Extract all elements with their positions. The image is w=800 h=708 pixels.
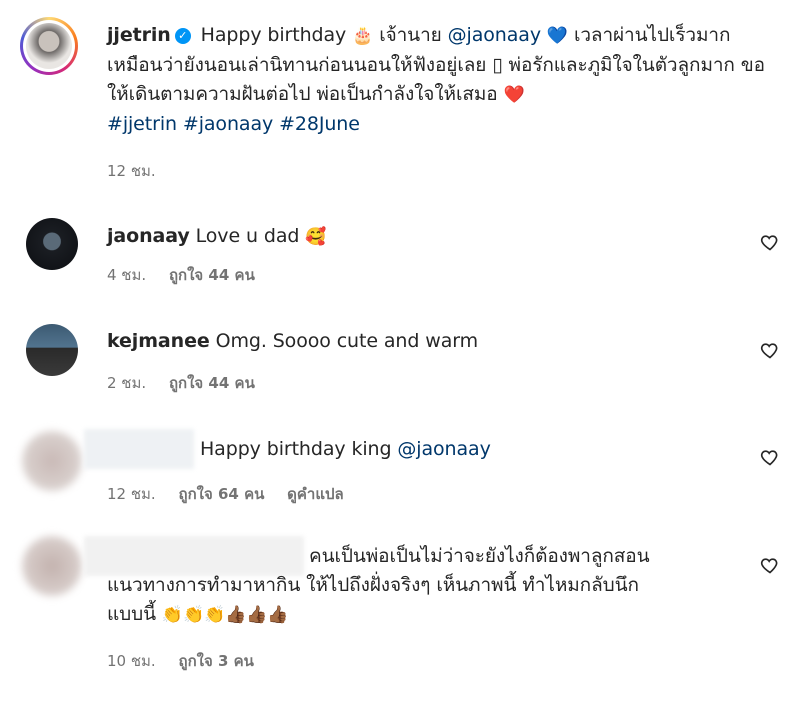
caption-text: jjetrin ✓ Happy birthday 🎂 เจ้านาย @jaona… — [107, 21, 767, 139]
mention-link[interactable]: @jaonaay — [448, 24, 541, 46]
post-caption: jjetrin ✓ Happy birthday 🎂 เจ้านาย @jaona… — [0, 0, 800, 190]
commenter-avatar[interactable] — [26, 324, 78, 376]
comment-meta: 10 ชม. ถูกใจ 3 คน — [107, 649, 272, 673]
heart-outline-icon[interactable] — [760, 232, 780, 252]
red-heart-emoji: ❤️ — [503, 85, 525, 105]
verified-badge-icon: ✓ — [174, 28, 191, 44]
commenter-avatar[interactable] — [26, 218, 78, 270]
username-redacted — [84, 429, 194, 469]
comment-username[interactable]: kejmanee — [107, 330, 210, 352]
post-author-avatar[interactable] — [20, 17, 78, 75]
comment-line: แนวทางการทำมาหากิน ให้ไปถึงฝั่งจริงๆ เห็… — [107, 574, 639, 596]
comment-item: jaonaay Love u dad 🥰 4 ชม. ถูกใจ 44 คน — [0, 212, 800, 302]
comment-text: Happy birthday king @jaonaay — [200, 435, 720, 464]
comment-time: 12 ชม. — [107, 485, 156, 503]
post-username[interactable]: jjetrin — [107, 24, 171, 46]
comment-likes[interactable]: ถูกใจ 64 คน — [178, 485, 264, 503]
blue-heart-emoji: 💙 — [546, 26, 568, 46]
comment-likes[interactable]: ถูกใจ 3 คน — [178, 652, 253, 670]
comment-text: kejmanee Omg. Soooo cute and warm — [107, 327, 727, 356]
comment-line-text: แบบนี้ — [107, 603, 156, 625]
caption-part: เจ้านาย — [379, 24, 442, 46]
comment-meta: 4 ชม. ถูกใจ 44 คน — [107, 263, 273, 287]
heart-outline-icon[interactable] — [760, 340, 780, 360]
comment-likes[interactable]: ถูกใจ 44 คน — [169, 374, 255, 392]
commenter-avatar[interactable] — [22, 431, 82, 491]
comment-item: คนเป็นพ่อเป็นไม่ว่าจะยังไงก็ต้องพาลูกสอน… — [0, 530, 800, 680]
comment-line: แบบนี้ 👏👏👏👍🏾👍🏾👍🏾 — [107, 600, 747, 630]
comment-body: Love u dad — [195, 225, 300, 247]
post-meta: 12 ชม. — [107, 159, 174, 183]
comment-meta: 12 ชม. ถูกใจ 64 คน ดูคำแปล — [107, 482, 362, 506]
heart-outline-icon[interactable] — [760, 555, 780, 575]
mention-link[interactable]: @jaonaay — [397, 438, 490, 460]
comment-text: คนเป็นพ่อเป็นไม่ว่าจะยังไงก็ต้องพาลูกสอน… — [107, 542, 747, 630]
clap-thumbs-emojis: 👏👏👏👍🏾👍🏾👍🏾 — [161, 605, 289, 625]
comment-time: 4 ชม. — [107, 266, 147, 284]
comment-likes[interactable]: ถูกใจ 44 คน — [169, 266, 255, 284]
heart-outline-icon[interactable] — [760, 447, 780, 467]
comment-body: Omg. Soooo cute and warm — [215, 330, 479, 352]
post-time: 12 ชม. — [107, 162, 156, 180]
smiling-face-hearts-emoji: 🥰 — [305, 227, 327, 247]
caption-part: Happy birthday — [200, 24, 347, 46]
comment-item: Happy birthday king @jaonaay 12 ชม. ถูกใ… — [0, 425, 800, 515]
cake-emoji: 🎂 — [352, 26, 374, 46]
comment-body: Happy birthday king — [200, 438, 392, 460]
comment-time: 2 ชม. — [107, 374, 147, 392]
comment-username[interactable]: jaonaay — [107, 225, 190, 247]
comment-text: jaonaay Love u dad 🥰 — [107, 222, 727, 252]
comment-meta: 2 ชม. ถูกใจ 44 คน — [107, 371, 273, 395]
commenter-avatar[interactable] — [22, 536, 82, 596]
comment-line: คนเป็นพ่อเป็นไม่ว่าจะยังไงก็ต้องพาลูกสอน — [309, 545, 650, 567]
hashtags[interactable]: #jjetrin #jaonaay #28June — [107, 113, 360, 135]
comment-time: 10 ชม. — [107, 652, 156, 670]
see-translation-link[interactable]: ดูคำแปล — [287, 485, 344, 503]
comment-item: kejmanee Omg. Soooo cute and warm 2 ชม. … — [0, 320, 800, 410]
